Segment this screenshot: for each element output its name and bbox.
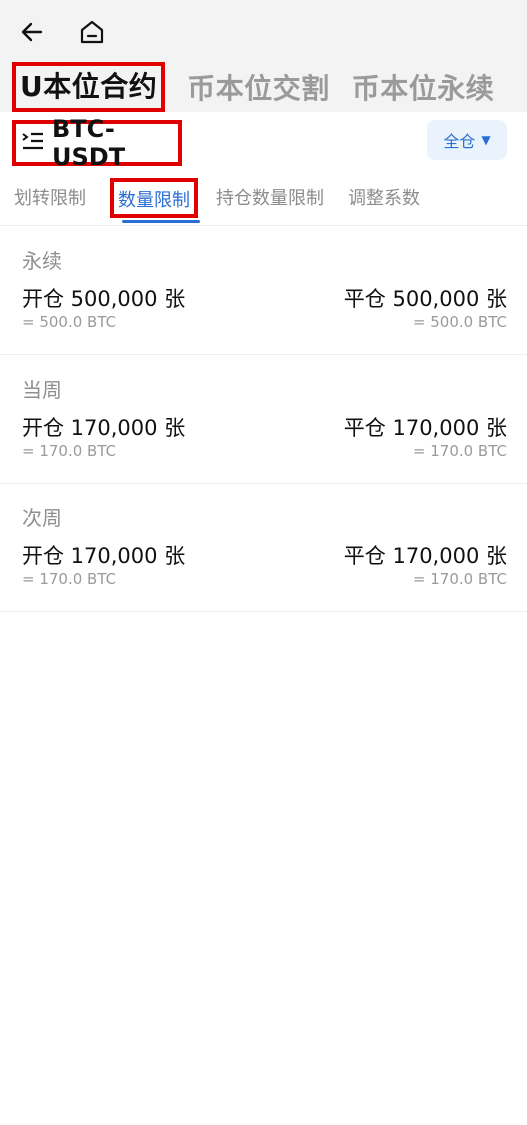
tab-quantity-limit[interactable]: 数量限制 <box>110 178 198 218</box>
home-icon[interactable] <box>76 16 108 48</box>
close-limit-btc: = 170.0 BTC <box>412 570 507 588</box>
section-label: 次周 <box>22 506 62 530</box>
contract-type-tabs: U本位合约 币本位交割 币本位永续 <box>0 62 527 112</box>
limit-section-next-week: 次周 开仓 170,000 张 平仓 170,000 张 = 170.0 BTC… <box>0 484 527 612</box>
open-limit: 开仓 500,000 张 <box>22 287 186 311</box>
open-limit-btc: = 500.0 BTC <box>22 313 117 331</box>
close-limit-btc: = 170.0 BTC <box>412 442 507 460</box>
open-limit-btc: = 170.0 BTC <box>22 442 117 460</box>
margin-mode-label: 全仓 <box>443 132 476 151</box>
back-arrow-icon[interactable] <box>16 16 48 48</box>
limit-section-perpetual: 永续 开仓 500,000 张 平仓 500,000 张 = 500.0 BTC… <box>0 227 527 355</box>
tab-adjust-factor[interactable]: 调整系数 <box>348 170 420 226</box>
tab-coin-delivery[interactable]: 币本位交割 <box>187 67 330 107</box>
active-tab-indicator <box>122 220 200 223</box>
tab-position-limit[interactable]: 持仓数量限制 <box>216 170 324 226</box>
limit-section-this-week: 当周 开仓 170,000 张 平仓 170,000 张 = 170.0 BTC… <box>0 356 527 484</box>
list-menu-icon <box>22 131 44 155</box>
tab-usdt-margined[interactable]: U本位合约 <box>12 62 166 112</box>
close-limit: 平仓 170,000 张 <box>343 544 507 568</box>
margin-mode-dropdown[interactable]: 全仓 ▼ <box>427 120 507 160</box>
open-limit-btc: = 170.0 BTC <box>22 570 117 588</box>
section-label: 当周 <box>22 378 62 402</box>
limit-tabs: 划转限制 数量限制 持仓数量限制 调整系数 <box>0 170 527 226</box>
pair-selector-row: BTC-USDT 全仓 ▼ <box>0 112 527 171</box>
caret-down-icon: ▼ <box>481 133 491 147</box>
top-bar: U本位合约 币本位交割 币本位永续 <box>0 0 527 112</box>
open-limit: 开仓 170,000 张 <box>22 544 186 568</box>
section-label: 永续 <box>22 249 62 273</box>
pair-selector[interactable]: BTC-USDT <box>12 115 182 171</box>
close-limit-btc: = 500.0 BTC <box>412 313 507 331</box>
open-limit: 开仓 170,000 张 <box>22 416 186 440</box>
tab-coin-perpetual[interactable]: 币本位永续 <box>352 67 495 107</box>
pair-name: BTC-USDT <box>52 115 126 171</box>
close-limit: 平仓 170,000 张 <box>343 416 507 440</box>
close-limit: 平仓 500,000 张 <box>343 287 507 311</box>
tab-transfer-limit[interactable]: 划转限制 <box>14 170 86 226</box>
